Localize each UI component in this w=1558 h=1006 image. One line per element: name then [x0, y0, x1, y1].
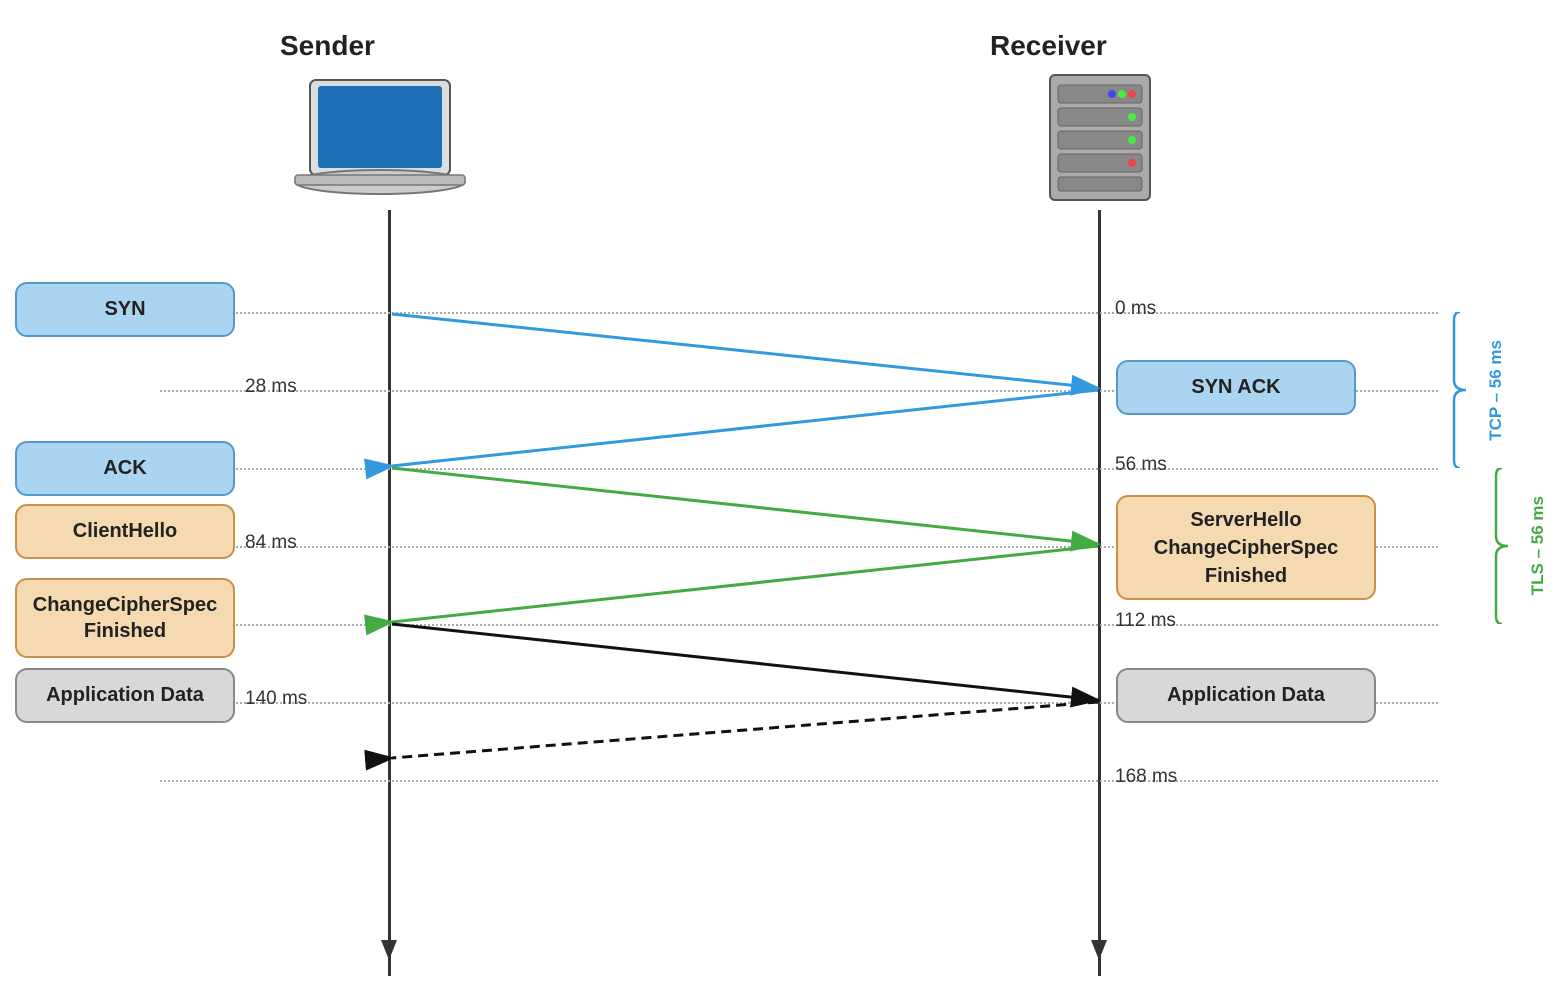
- msg-appdata-left: Application Data: [15, 668, 235, 723]
- timestamp-112ms: 112 ms: [1115, 610, 1176, 632]
- bracket-tcp-label: TCP – 56 ms: [1486, 340, 1506, 441]
- arrow-syn: [392, 314, 1098, 388]
- arrow-clienthello: [392, 468, 1098, 544]
- sequence-diagram: Sender Receiver: [0, 0, 1558, 1006]
- arrow-server-response: [392, 546, 1098, 622]
- timestamp-28ms: 28 ms: [245, 376, 297, 398]
- msg-synack: SYN ACK: [1116, 360, 1356, 415]
- sender-timeline: [388, 210, 391, 976]
- timestamp-56ms: 56 ms: [1115, 454, 1167, 476]
- msg-serverhello: ServerHello ChangeCipherSpec Finished: [1116, 495, 1376, 600]
- msg-appdata-right: Application Data: [1116, 668, 1376, 723]
- timestamp-84ms: 84 ms: [245, 532, 297, 554]
- msg-clienthello: ClientHello: [15, 504, 235, 559]
- msg-ack: ACK: [15, 441, 235, 496]
- receiver-timeline: [1098, 210, 1101, 976]
- bracket-tls-label: TLS – 56 ms: [1528, 496, 1548, 595]
- timestamp-140ms: 140 ms: [245, 688, 307, 710]
- msg-syn: SYN: [15, 282, 235, 337]
- receiver-icon: [990, 70, 1210, 215]
- timestamp-168ms: 168 ms: [1115, 766, 1177, 788]
- timestamp-0ms: 0 ms: [1115, 298, 1156, 320]
- sender-icon: [270, 70, 490, 215]
- ref-line-56ms: [160, 468, 1438, 470]
- ref-line-0ms: [160, 312, 1438, 314]
- ref-line-112ms: [160, 624, 1438, 626]
- receiver-label: Receiver: [990, 30, 1107, 62]
- bracket-tls: TLS – 56 ms: [1494, 468, 1548, 624]
- sender-label: Sender: [280, 30, 375, 62]
- msg-changecipherspec-finished-left: ChangeCipherSpec Finished: [15, 578, 235, 658]
- bracket-tcp: TCP – 56 ms: [1452, 312, 1506, 468]
- arrow-appdata-response: [392, 702, 1098, 758]
- arrow-synack: [392, 390, 1098, 466]
- arrow-appdata-send: [392, 624, 1098, 700]
- ref-line-168ms: [160, 780, 1438, 782]
